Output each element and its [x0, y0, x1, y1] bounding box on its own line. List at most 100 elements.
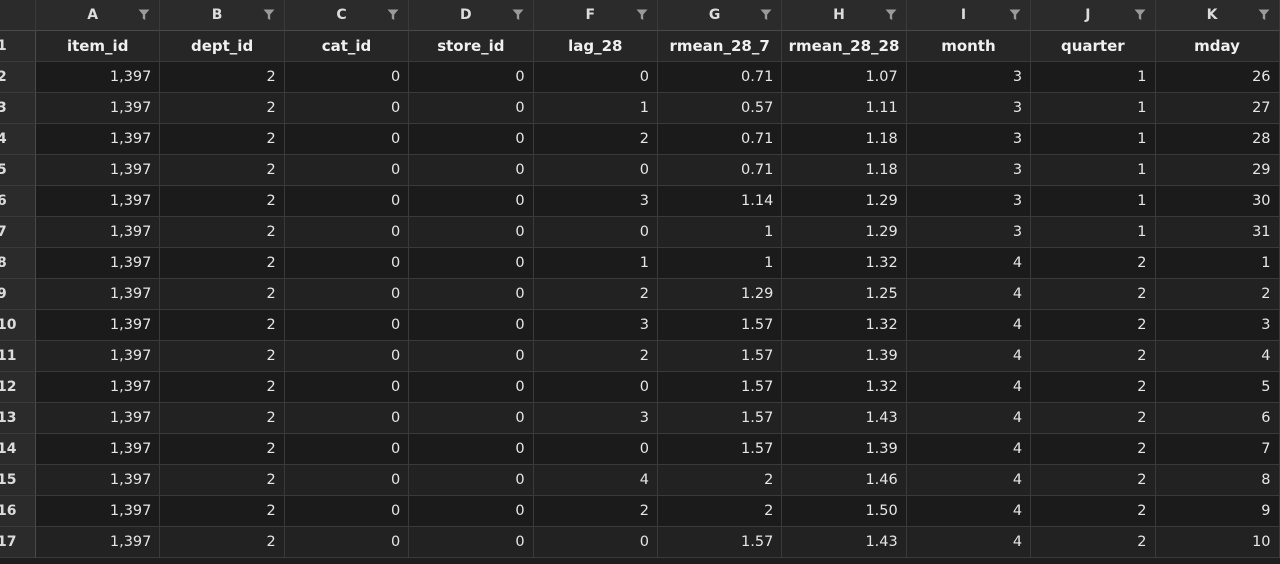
table-cell[interactable]: 1,397 [36, 217, 161, 248]
table-cell[interactable]: 0 [409, 527, 534, 558]
table-cell[interactable]: 1 [1031, 124, 1156, 155]
table-cell[interactable]: 0 [409, 124, 534, 155]
table-cell[interactable]: 0 [409, 62, 534, 93]
table-cell[interactable]: 3 [906, 155, 1032, 186]
table-cell[interactable]: 30 [1155, 186, 1280, 217]
column-header-a[interactable]: A [36, 0, 161, 31]
column-header-h[interactable]: H [782, 0, 907, 31]
table-cell[interactable]: 0 [284, 186, 410, 217]
table-cell[interactable]: 1.57 [657, 341, 783, 372]
table-cell[interactable]: 0 [409, 279, 534, 310]
table-cell[interactable]: 0 [284, 527, 410, 558]
table-cell[interactable]: 0 [533, 217, 658, 248]
table-cell[interactable]: 2 [1031, 465, 1156, 496]
filter-funnel-icon[interactable] [636, 9, 648, 21]
table-cell[interactable]: 4 [906, 434, 1032, 465]
table-cell[interactable]: 0 [284, 93, 410, 124]
table-cell[interactable]: 1.57 [657, 403, 783, 434]
column-title-dept-id[interactable]: dept_id [160, 31, 285, 62]
table-cell[interactable]: 26 [1155, 62, 1280, 93]
table-cell[interactable]: 0 [284, 62, 410, 93]
table-cell[interactable]: 2 [533, 496, 658, 527]
table-cell[interactable]: 1 [1155, 248, 1280, 279]
table-cell[interactable]: 1 [657, 248, 783, 279]
table-cell[interactable]: 0 [284, 217, 410, 248]
table-cell[interactable]: 0 [284, 248, 410, 279]
table-cell[interactable]: 1,397 [36, 527, 161, 558]
table-cell[interactable]: 27 [1155, 93, 1280, 124]
table-cell[interactable]: 0 [284, 279, 410, 310]
filter-funnel-icon[interactable] [885, 9, 897, 21]
table-cell[interactable]: 4 [906, 527, 1032, 558]
filter-funnel-icon[interactable] [138, 9, 150, 21]
column-title-lag-28[interactable]: lag_28 [533, 31, 658, 62]
column-title-quarter[interactable]: quarter [1031, 31, 1156, 62]
table-cell[interactable]: 0 [533, 62, 658, 93]
table-cell[interactable]: 1.46 [782, 465, 907, 496]
table-cell[interactable]: 1,397 [36, 496, 161, 527]
filter-funnel-icon[interactable] [387, 9, 399, 21]
table-cell[interactable]: 1,397 [36, 372, 161, 403]
table-cell[interactable]: 0 [533, 155, 658, 186]
table-cell[interactable]: 1.32 [782, 248, 907, 279]
table-cell[interactable]: 7 [1155, 434, 1280, 465]
table-cell[interactable]: 4 [1155, 341, 1280, 372]
filter-funnel-icon[interactable] [1258, 9, 1270, 21]
table-cell[interactable]: 1.29 [782, 217, 907, 248]
table-cell[interactable]: 4 [533, 465, 658, 496]
table-cell[interactable]: 6 [1155, 403, 1280, 434]
table-cell[interactable]: 0 [409, 248, 534, 279]
table-cell[interactable]: 2 [1031, 527, 1156, 558]
table-cell[interactable]: 0.71 [657, 124, 783, 155]
table-cell[interactable]: 1.57 [657, 372, 783, 403]
table-cell[interactable]: 1 [533, 248, 658, 279]
table-cell[interactable]: 0 [284, 124, 410, 155]
table-cell[interactable]: 2 [160, 372, 285, 403]
table-cell[interactable]: 1,397 [36, 155, 161, 186]
table-cell[interactable]: 4 [906, 279, 1032, 310]
table-cell[interactable]: 1 [1031, 186, 1156, 217]
row-number[interactable]: 5 [0, 155, 36, 186]
table-cell[interactable]: 3 [906, 186, 1032, 217]
filter-funnel-icon[interactable] [263, 9, 275, 21]
table-cell[interactable]: 29 [1155, 155, 1280, 186]
table-cell[interactable]: 2 [1031, 434, 1156, 465]
row-number[interactable]: 17 [0, 527, 36, 558]
table-cell[interactable]: 28 [1155, 124, 1280, 155]
table-cell[interactable]: 3 [533, 186, 658, 217]
row-number[interactable]: 1 [0, 31, 36, 62]
table-cell[interactable]: 1,397 [36, 62, 161, 93]
table-cell[interactable]: 1.50 [782, 496, 907, 527]
row-number[interactable]: 14 [0, 434, 36, 465]
table-cell[interactable]: 0 [409, 155, 534, 186]
table-cell[interactable]: 4 [906, 496, 1032, 527]
table-cell[interactable]: 0 [409, 496, 534, 527]
table-cell[interactable]: 0 [284, 403, 410, 434]
table-cell[interactable]: 4 [906, 341, 1032, 372]
column-header-d[interactable]: D [409, 0, 534, 31]
table-cell[interactable]: 2 [160, 279, 285, 310]
column-header-k[interactable]: K [1155, 0, 1280, 31]
table-cell[interactable]: 2 [160, 186, 285, 217]
table-cell[interactable]: 2 [533, 124, 658, 155]
table-cell[interactable]: 0 [284, 372, 410, 403]
table-cell[interactable]: 0 [409, 217, 534, 248]
table-cell[interactable]: 0 [409, 93, 534, 124]
table-cell[interactable]: 2 [160, 403, 285, 434]
table-cell[interactable]: 1 [1031, 155, 1156, 186]
table-cell[interactable]: 1,397 [36, 434, 161, 465]
table-cell[interactable]: 2 [1031, 279, 1156, 310]
table-cell[interactable]: 1.32 [782, 372, 907, 403]
filter-funnel-icon[interactable] [760, 9, 772, 21]
row-number[interactable]: 8 [0, 248, 36, 279]
table-cell[interactable]: 4 [906, 310, 1032, 341]
table-cell[interactable]: 4 [906, 372, 1032, 403]
table-cell[interactable]: 0 [284, 155, 410, 186]
table-cell[interactable]: 5 [1155, 372, 1280, 403]
table-cell[interactable]: 1 [1031, 93, 1156, 124]
table-cell[interactable]: 1,397 [36, 465, 161, 496]
table-cell[interactable]: 2 [1031, 248, 1156, 279]
table-cell[interactable]: 1.39 [782, 434, 907, 465]
table-cell[interactable]: 0 [409, 372, 534, 403]
table-cell[interactable]: 0 [409, 310, 534, 341]
